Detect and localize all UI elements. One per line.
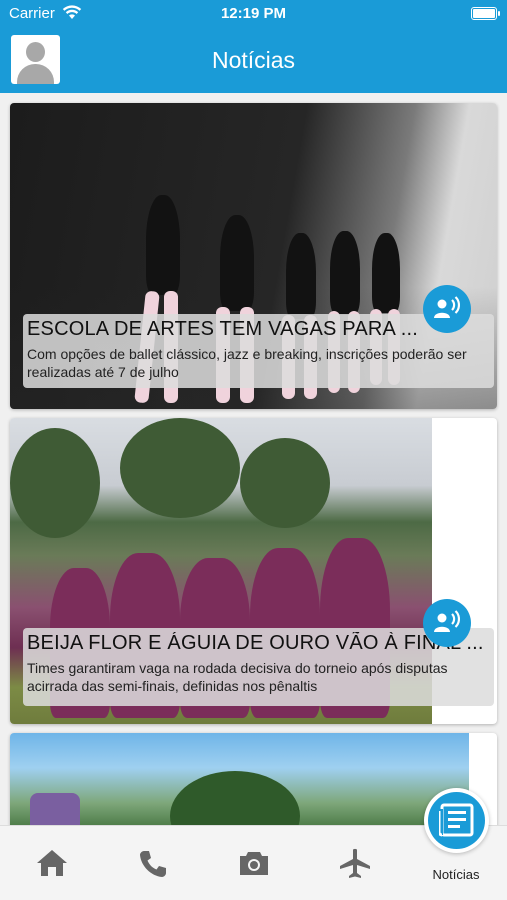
- news-summary: Com opções de ballet clássico, jazz e br…: [27, 346, 467, 380]
- news-card[interactable]: BEIJA FLOR E ÁGUIA DE OURO VÃO À FINAL .…: [10, 418, 497, 724]
- tab-home[interactable]: [31, 846, 71, 882]
- news-icon: [439, 803, 474, 837]
- news-title: BEIJA FLOR E ÁGUIA DE OURO VÃO À FINAL .…: [27, 632, 484, 654]
- tab-phone[interactable]: [133, 846, 173, 882]
- tab-news[interactable]: [424, 788, 489, 853]
- speaker-voice-icon: [434, 296, 460, 318]
- page-title: Notícias: [211, 47, 296, 73]
- news-title: ESCOLA DE ARTES TEM VAGAS PARA ...: [27, 318, 419, 340]
- listen-audio-button[interactable]: [423, 285, 471, 333]
- news-summary: Times garantiram vaga na rodada decisiva…: [27, 660, 448, 694]
- news-caption: ESCOLA DE ARTES TEM VAGAS PARA ... Com o…: [23, 314, 494, 388]
- listen-audio-button[interactable]: [423, 599, 471, 647]
- news-photo: [10, 733, 469, 833]
- clock: 12:19 PM: [220, 5, 287, 22]
- tab-camera[interactable]: [233, 846, 273, 882]
- battery-icon: [471, 7, 500, 20]
- camera-icon: [240, 852, 268, 875]
- speaker-voice-icon: [434, 610, 460, 632]
- airplane-icon: [340, 848, 370, 878]
- home-icon: [37, 850, 67, 876]
- news-caption: BEIJA FLOR E ÁGUIA DE OURO VÃO À FINAL .…: [23, 628, 494, 706]
- app-header: Carrier 12:19 PM Notícias: [0, 0, 507, 93]
- tab-news-label: Notícias: [432, 867, 480, 882]
- status-bar: Carrier 12:19 PM: [0, 0, 507, 28]
- news-card[interactable]: ESCOLA DE ARTES TEM VAGAS PARA ... Com o…: [10, 103, 497, 409]
- phone-icon: [140, 851, 166, 877]
- tab-travel[interactable]: [334, 846, 374, 882]
